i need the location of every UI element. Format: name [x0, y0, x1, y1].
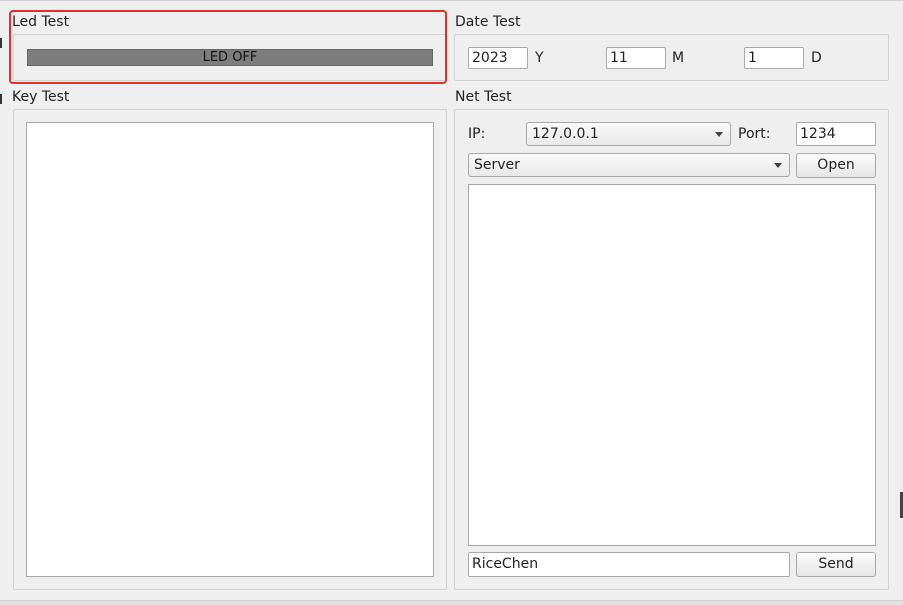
day-field[interactable]: 1 — [744, 47, 804, 69]
net-test-title: Net Test — [455, 89, 512, 105]
month-unit-label: M — [672, 50, 685, 66]
chevron-down-icon — [715, 132, 723, 137]
net-log-textarea[interactable] — [468, 184, 876, 546]
window-left-edge-mark — [0, 38, 2, 48]
date-test-title: Date Test — [455, 14, 521, 30]
open-button[interactable]: Open — [796, 153, 876, 178]
window-left-edge-mark — [0, 94, 2, 104]
port-field[interactable]: 1234 — [796, 122, 876, 146]
key-test-title: Key Test — [12, 89, 70, 105]
ip-label: IP: — [468, 126, 486, 142]
year-field[interactable]: 2023 — [468, 47, 528, 69]
window-top-edge — [0, 0, 903, 1]
window-bottom-edge — [0, 600, 903, 605]
month-field[interactable]: 11 — [606, 47, 666, 69]
ip-combobox-value: 127.0.0.1 — [532, 126, 599, 142]
key-log-textarea[interactable] — [26, 122, 434, 577]
port-label: Port: — [738, 126, 771, 142]
send-button[interactable]: Send — [796, 552, 876, 577]
send-message-field[interactable]: RiceChen — [468, 552, 790, 577]
mode-combobox-value: Server — [474, 157, 520, 173]
led-test-highlight — [9, 10, 447, 84]
chevron-down-icon — [774, 163, 782, 168]
ip-combobox[interactable]: 127.0.0.1 — [526, 122, 731, 146]
day-unit-label: D — [811, 50, 822, 66]
mode-combobox[interactable]: Server — [468, 153, 790, 177]
year-unit-label: Y — [535, 50, 544, 66]
